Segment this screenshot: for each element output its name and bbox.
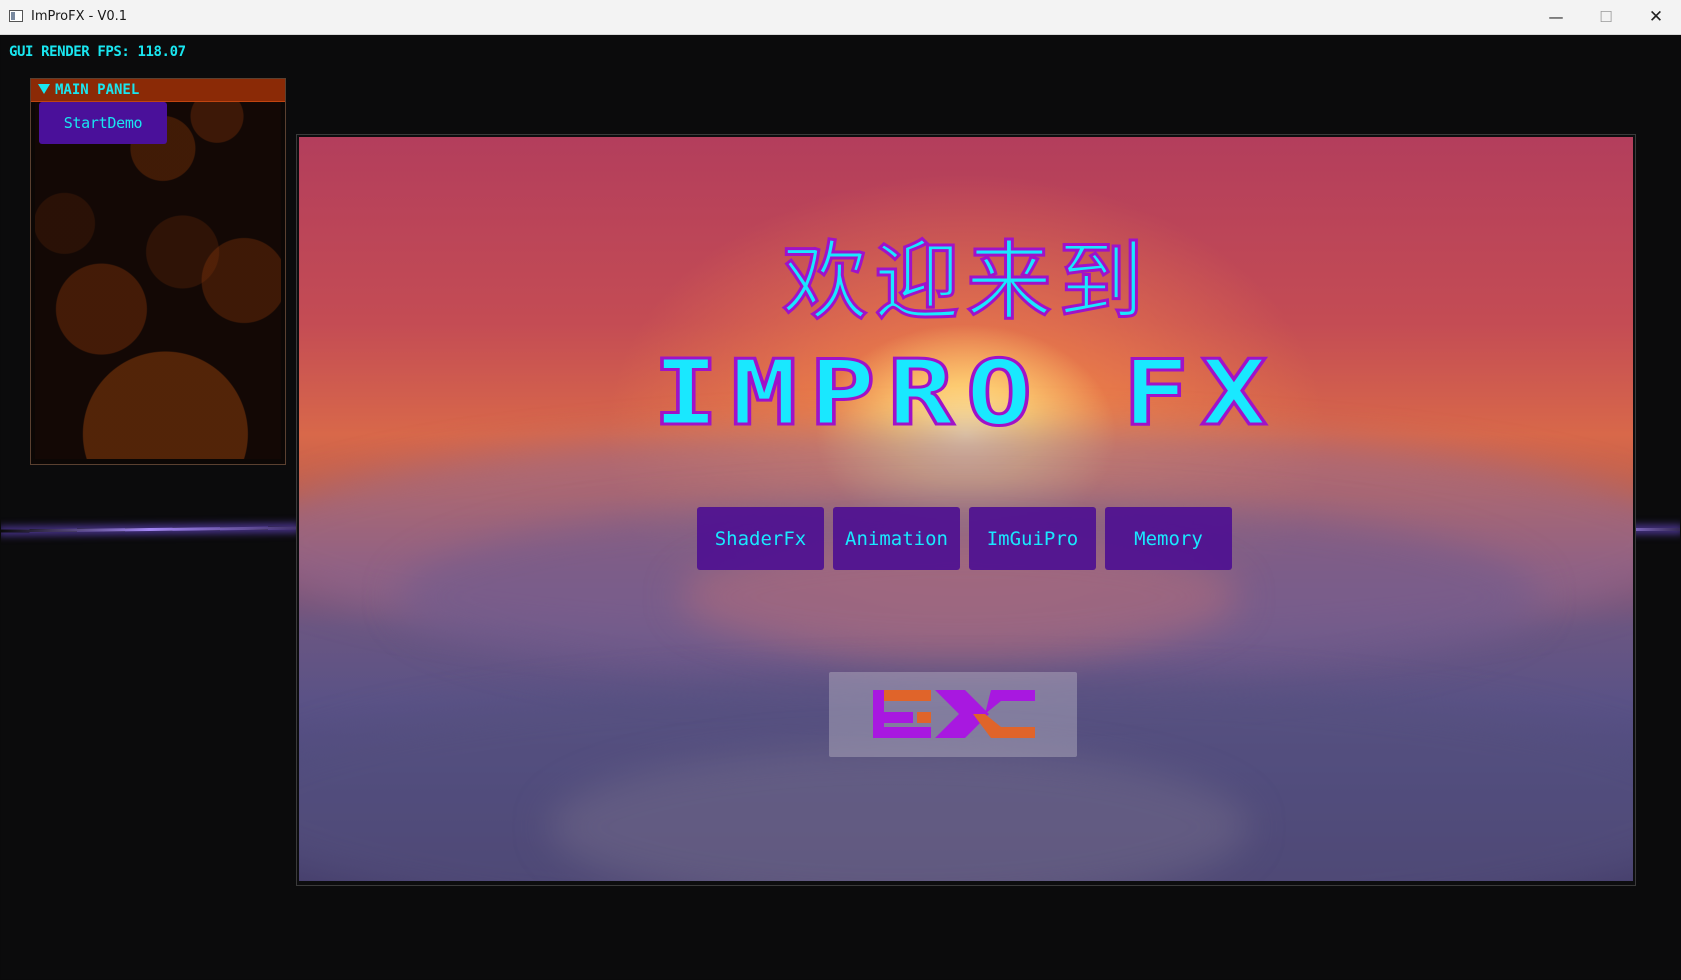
shaderfx-button[interactable]: ShaderFx	[697, 507, 824, 570]
main-panel-header[interactable]: MAIN PANEL	[31, 79, 285, 102]
imguipro-button[interactable]: ImGuiPro	[969, 507, 1096, 570]
main-panel-body	[35, 102, 281, 459]
welcome-heading: 欢迎来到	[781, 232, 1150, 332]
window-title: ImProFX - V0.1	[31, 9, 128, 24]
demo-viewport: 欢迎来到 IMPRO FX ShaderFx Animation ImGuiPr…	[296, 134, 1636, 886]
improfx-logo-text: IMPRO FX	[651, 341, 1280, 446]
collapse-arrow-icon[interactable]	[38, 84, 50, 94]
fx-logo-panel: FX	[829, 672, 1077, 757]
fps-counter: GUI RENDER FPS: 118.07	[9, 44, 186, 60]
glow-line-left	[1, 526, 298, 533]
minimize-button[interactable]: —	[1531, 0, 1581, 34]
shader-scene: 欢迎来到 IMPRO FX ShaderFx Animation ImGuiPr…	[299, 137, 1633, 881]
main-panel-title: MAIN PANEL	[55, 82, 140, 98]
animation-button[interactable]: Animation	[833, 507, 960, 570]
fx-logo-image: FX	[873, 690, 1035, 738]
memory-button[interactable]: Memory	[1105, 507, 1232, 570]
start-demo-button[interactable]: StartDemo	[39, 102, 167, 144]
app-icon	[9, 10, 23, 22]
close-button[interactable]: ✕	[1631, 0, 1681, 34]
maximize-button[interactable]: ☐	[1581, 0, 1631, 34]
title-bar: ImProFX - V0.1 — ☐ ✕	[0, 0, 1681, 35]
app-client-area: GUI RENDER FPS: 118.07 MAIN PANEL StartD…	[1, 35, 1680, 979]
